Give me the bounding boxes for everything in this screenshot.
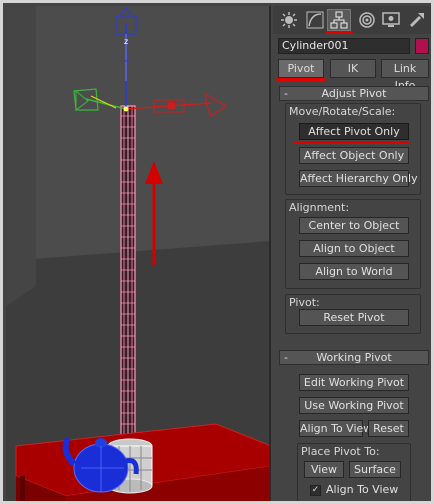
viewport-scene: z (6, 6, 269, 501)
working-pivot-title: Working Pivot (316, 351, 392, 364)
collapse-icon: - (284, 351, 288, 364)
sun-icon[interactable] (277, 9, 301, 31)
pivot-tab-highlight (276, 78, 326, 81)
align-to-world-button[interactable]: Align to World (299, 263, 409, 280)
move-rotate-scale-label: Move/Rotate/Scale: (289, 105, 396, 118)
hierarchy-tab-highlight (325, 31, 353, 34)
place-pivot-label: Place Pivot To: (301, 445, 380, 458)
cylinder-pole (120, 105, 136, 447)
hierarchy-icon[interactable] (327, 9, 351, 31)
affect-pivot-only-button[interactable]: Affect Pivot Only (299, 123, 409, 140)
command-panel-tabs (273, 6, 431, 34)
center-to-object-button[interactable]: Center to Object (299, 217, 409, 234)
reset-pivot-button[interactable]: Reset Pivot (299, 309, 409, 326)
pivot-label: Pivot: (289, 296, 320, 309)
motion-icon[interactable] (355, 9, 379, 31)
curve-icon[interactable] (303, 9, 327, 31)
alignment-label: Alignment: (289, 201, 350, 214)
gizmo-z-label: z (124, 37, 128, 46)
affect-hierarchy-only-button[interactable]: Affect Hierarchy Only (299, 170, 418, 187)
edit-working-pivot-button[interactable]: Edit Working Pivot (299, 374, 409, 391)
utilities-icon[interactable] (405, 9, 429, 31)
align-to-view-checkbox-label: Align To View (326, 483, 399, 496)
reset-working-pivot-button[interactable]: Reset (368, 420, 409, 437)
adjust-pivot-title: Adjust Pivot (321, 87, 387, 100)
tab-pivot[interactable]: Pivot (278, 59, 324, 78)
align-to-view-checkbox[interactable]: ✓ (310, 485, 321, 496)
object-color-swatch[interactable] (415, 38, 429, 54)
display-icon[interactable] (379, 9, 403, 31)
object-name-field[interactable]: Cylinder001 (278, 38, 410, 54)
command-panel: Cylinder001 Pivot IK Link Info - Adjust … (273, 6, 431, 501)
tab-link-info[interactable]: Link Info (381, 59, 429, 92)
place-pivot-surface-button[interactable]: Surface (349, 461, 401, 478)
use-working-pivot-button[interactable]: Use Working Pivot (299, 397, 409, 414)
viewport[interactable]: z (6, 6, 271, 501)
tab-ik[interactable]: IK (330, 59, 376, 78)
align-to-view-button[interactable]: Align To View (299, 420, 372, 437)
affect-object-only-button[interactable]: Affect Object Only (299, 147, 409, 164)
adjust-pivot-rollout-header[interactable]: - Adjust Pivot (279, 86, 429, 101)
affect-pivot-highlight (293, 141, 409, 144)
app-window: z Cylinder001 Pivot IK Link - Adjust Piv… (0, 0, 434, 504)
collapse-icon: - (284, 87, 288, 100)
place-pivot-view-button[interactable]: View (304, 461, 344, 478)
align-to-object-button[interactable]: Align to Object (299, 240, 409, 257)
working-pivot-rollout-header[interactable]: - Working Pivot (279, 350, 429, 365)
